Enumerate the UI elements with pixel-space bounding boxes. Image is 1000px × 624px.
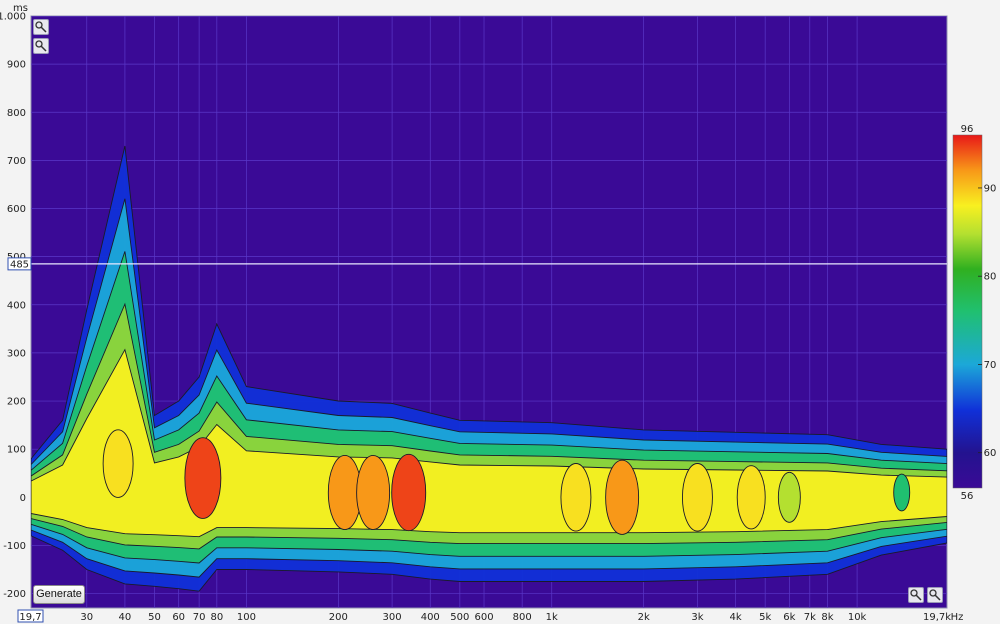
zoom-out-icon[interactable]: [33, 38, 49, 54]
generate-button[interactable]: Generate: [33, 585, 85, 604]
x-tick-label: 60: [172, 612, 185, 623]
x-tick-label: 70: [193, 612, 206, 623]
colorbar-tick-label: 80: [984, 272, 997, 283]
zoom-x-out-icon[interactable]: [927, 587, 943, 603]
peak-blob: [681, 463, 713, 532]
x-tick-label: 4k: [730, 612, 742, 623]
x-tick-label: 100: [237, 612, 256, 623]
y-tick-label: 100: [7, 445, 26, 456]
x-tick-label: 80: [210, 612, 223, 623]
peak-blob: [391, 453, 427, 532]
colorbar-min-label: 56: [961, 491, 974, 502]
x-unit-label: Hz: [951, 612, 964, 623]
y-tick-label: -200: [3, 589, 26, 600]
x-tick-label: 600: [474, 612, 493, 623]
y-ticks: 1.0009008007006005004003002001000-100-20…: [0, 12, 26, 601]
y-tick-label: 800: [7, 108, 26, 119]
x-tick-label: 3k: [691, 612, 703, 623]
peak-blob: [184, 437, 222, 519]
colorbar-tick-label: 70: [984, 360, 997, 371]
y-tick-label: 600: [7, 204, 26, 215]
y-axis: ms 1.0009008007006005004003002001000-100…: [0, 3, 28, 600]
x-tick-label: 400: [421, 612, 440, 623]
y-tick-label: 700: [7, 156, 26, 167]
y-tick-label: 1.000: [0, 12, 26, 23]
y-tick-label: -100: [3, 541, 26, 552]
colorbar-tick-label: 60: [984, 448, 997, 459]
x-tick-label: 500: [450, 612, 469, 623]
x-tick-label: 6k: [783, 612, 795, 623]
peak-blob: [893, 473, 911, 512]
x-tick-label: 7k: [804, 612, 816, 623]
cursor-time-label: 485: [10, 259, 29, 270]
x-end-label: 19,7k: [923, 612, 951, 623]
x-tick-label: 8k: [821, 612, 833, 623]
x-tick-label: 10k: [848, 612, 867, 623]
x-start-label: 19,7: [19, 612, 41, 623]
peak-blob: [777, 471, 801, 523]
y-tick-label: 0: [20, 493, 26, 504]
colorbar-max-label: 96: [961, 124, 974, 135]
x-tick-label: 300: [383, 612, 402, 623]
x-ticks: 30 40 50 60 70 80 100 200 300 400 500 600 800 1k 2k 3k 4…: [80, 612, 866, 623]
x-tick-label: 40: [119, 612, 132, 623]
spectrogram-chart[interactable]: ms 1.0009008007006005004003002001000-100…: [0, 0, 1000, 624]
x-tick-label: 800: [513, 612, 532, 623]
x-tick-label: 5k: [759, 612, 771, 623]
colorbar-tick-label: 90: [984, 183, 997, 194]
x-tick-label: 30: [80, 612, 93, 623]
x-axis: 30 40 50 60 70 80 100 200 300 400 500 600 800 1k 2k 3k 4…: [17, 609, 964, 623]
y-tick-label: 300: [7, 348, 26, 359]
time-cursor-marker[interactable]: 485: [7, 257, 32, 271]
y-tick-label: 400: [7, 300, 26, 311]
peak-blob: [356, 454, 391, 531]
colorbar: 96 90 80 70 60 56: [952, 124, 997, 502]
x-tick-label: 50: [148, 612, 161, 623]
colorbar-scale: [952, 134, 983, 489]
peak-blob: [736, 465, 766, 530]
zoom-x-in-icon[interactable]: [908, 587, 924, 603]
x-tick-label: 2k: [638, 612, 650, 623]
peak-blob: [102, 429, 134, 498]
y-tick-label: 900: [7, 60, 26, 71]
y-tick-label: 200: [7, 397, 26, 408]
zoom-in-icon[interactable]: [33, 19, 49, 35]
x-tick-label: 200: [329, 612, 348, 623]
peak-blob: [605, 459, 640, 535]
peak-blob: [560, 463, 592, 532]
x-tick-label: 1k: [546, 612, 558, 623]
